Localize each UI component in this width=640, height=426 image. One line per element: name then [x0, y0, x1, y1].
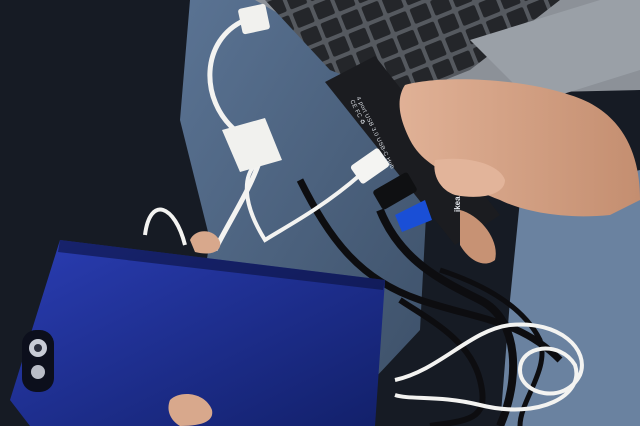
phone-camera-inner-icon	[34, 344, 42, 352]
photo-scene: 4 port USB 3.0 USB-C Hub CE FC ♻ ikea	[0, 0, 640, 426]
hub-brand-label: ikea	[453, 196, 462, 212]
phone-flash-icon	[31, 365, 45, 379]
photo-canvas	[0, 0, 640, 426]
